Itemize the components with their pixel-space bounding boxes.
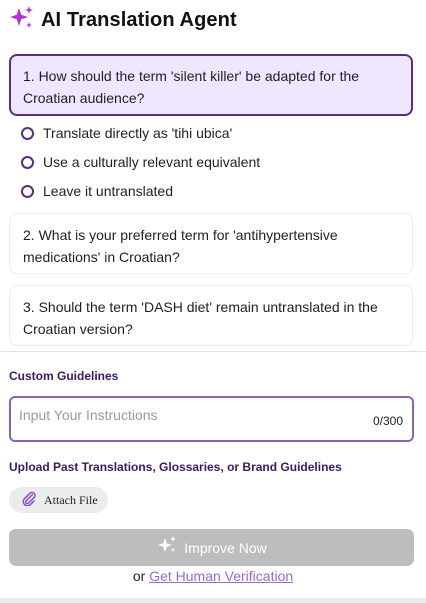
sparkle-icon [156,534,178,561]
option-cultural-equivalent[interactable]: Use a culturally relevant equivalent [21,153,260,171]
option-translate-directly[interactable]: Translate directly as 'tihi ubica' [21,124,232,142]
human-verification-link[interactable]: Get Human Verification [149,568,293,584]
upload-label: Upload Past Translations, Glossaries, or… [9,460,342,474]
instructions-input[interactable] [19,407,359,423]
question-card-1[interactable]: 1. How should the term 'silent killer' b… [9,54,413,116]
option-leave-untranslated[interactable]: Leave it untranslated [21,182,173,200]
attach-file-button[interactable]: Attach File [9,487,108,513]
instructions-field[interactable]: 0/300 [9,396,414,442]
question-card-2[interactable]: 2. What is your preferred term for 'anti… [9,213,413,274]
custom-guidelines-label: Custom Guidelines [9,369,119,383]
improve-now-button[interactable]: Improve Now [9,529,414,566]
radio-button[interactable] [21,184,34,198]
human-verification-row: or Get Human Verification [0,568,426,584]
option-label: Leave it untranslated [43,183,173,199]
option-label: Use a culturally relevant equivalent [43,154,261,170]
option-label: Translate directly as 'tihi ubica' [43,125,233,141]
question-text: 2. What is your preferred term for 'anti… [23,227,338,265]
question-text: 3. Should the term 'DASH diet' remain un… [23,299,378,337]
character-counter: 0/300 [372,414,403,428]
question-text: 1. How should the term 'silent killer' b… [23,68,360,106]
radio-button[interactable] [21,155,34,169]
or-text: or [132,568,146,584]
bottom-bar [0,598,426,603]
sparkle-icon [9,5,35,36]
radio-button[interactable] [21,126,34,140]
paperclip-icon [21,490,37,511]
app-header: AI Translation Agent [9,5,237,36]
improve-now-label: Improve Now [184,539,267,556]
page-title: AI Translation Agent [41,8,237,31]
attach-file-label: Attach File [44,492,98,507]
question-card-3[interactable]: 3. Should the term 'DASH diet' remain un… [9,285,413,346]
section-divider [0,351,426,352]
